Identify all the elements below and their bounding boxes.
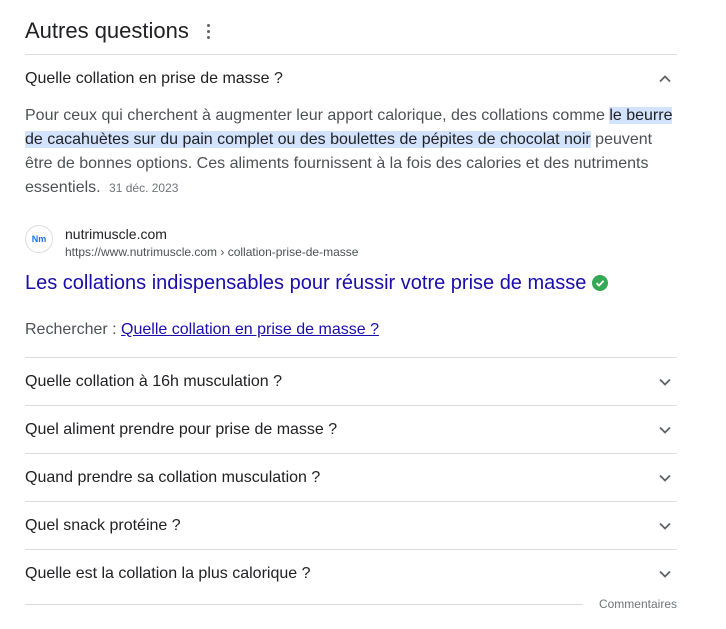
chevron-down-icon[interactable] <box>653 370 677 394</box>
people-also-ask: Autres questions Quelle collation en pri… <box>25 0 677 597</box>
answer-text: Pour ceux qui cherchent à augmenter leur… <box>25 104 677 200</box>
footer: Commentaires <box>25 596 677 612</box>
answer-part: Pour ceux qui cherchent à augmenter leur… <box>25 107 610 124</box>
question-text: Quel snack protéine ? <box>25 517 181 534</box>
chevron-down-icon[interactable] <box>653 562 677 586</box>
search-link[interactable]: Quelle collation en prise de masse ? <box>121 321 379 338</box>
section-title: Autres questions <box>25 18 189 43</box>
chevron-up-icon[interactable] <box>653 67 677 91</box>
feedback-link[interactable]: Commentaires <box>599 597 677 611</box>
site-name[interactable]: nutrimuscle.com <box>65 225 358 243</box>
favicon-text: Nm <box>31 234 47 244</box>
source-block[interactable]: Nm nutrimuscle.com https://www.nutrimusc… <box>25 225 677 261</box>
answer-date: 31 déc. 2023 <box>109 181 179 195</box>
question-row[interactable]: Quelle est la collation la plus caloriqu… <box>25 549 677 597</box>
question-row[interactable]: Quelle collation à 16h musculation ? <box>25 357 677 405</box>
question-text: Quelle collation à 16h musculation ? <box>25 373 283 390</box>
verified-check-icon <box>592 275 609 291</box>
chevron-down-icon[interactable] <box>653 418 677 442</box>
question-list: Quelle collation à 16h musculation ? Que… <box>25 357 677 597</box>
chevron-down-icon[interactable] <box>653 466 677 490</box>
expanded-question-row[interactable]: Quelle collation en prise de masse ? <box>25 55 677 102</box>
question-row[interactable]: Quand prendre sa collation musculation ? <box>25 453 677 501</box>
search-prefix: Rechercher : <box>25 321 122 338</box>
result-title-text[interactable]: Les collations indispensables pour réuss… <box>25 270 586 296</box>
site-favicon: Nm <box>25 225 53 253</box>
chevron-down-icon[interactable] <box>653 514 677 538</box>
expanded-question-text: Quelle collation en prise de masse ? <box>25 69 283 87</box>
question-row[interactable]: Quel aliment prendre pour prise de masse… <box>25 405 677 453</box>
question-text: Quelle est la collation la plus caloriqu… <box>25 565 311 582</box>
question-text: Quand prendre sa collation musculation ? <box>25 469 321 486</box>
result-title-link[interactable]: Les collations indispensables pour réuss… <box>25 270 677 296</box>
question-text: Quel aliment prendre pour prise de masse… <box>25 421 338 438</box>
divider <box>25 603 583 605</box>
section-header: Autres questions <box>25 0 677 55</box>
site-url[interactable]: https://www.nutrimuscle.com › collation-… <box>65 243 358 261</box>
question-row[interactable]: Quel snack protéine ? <box>25 501 677 549</box>
kebab-menu-icon[interactable] <box>203 21 215 41</box>
search-suggestion: Rechercher : Quelle collation en prise d… <box>25 321 677 345</box>
